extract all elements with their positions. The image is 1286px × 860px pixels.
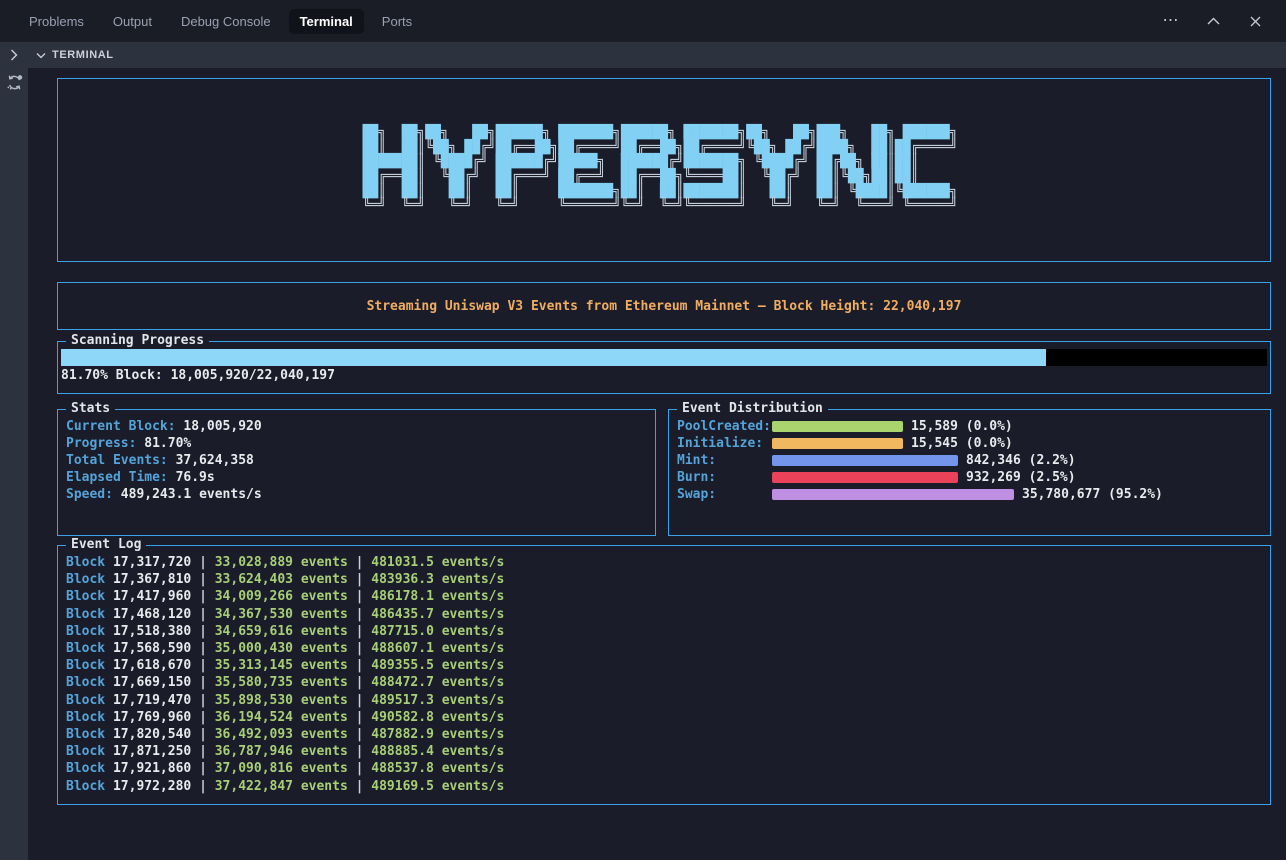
event-log-row: Block 17,518,380 | 34,659,616 events | 4… bbox=[66, 623, 1270, 640]
close-panel-icon[interactable] bbox=[1246, 12, 1264, 30]
stats-rows: Current Block: 18,005,920Progress: 81.70… bbox=[66, 418, 655, 503]
panel-left-strip bbox=[0, 42, 28, 860]
event-log-row: Block 17,618,670 | 35,313,145 events | 4… bbox=[66, 657, 1270, 674]
terminal-viewport: ██╗ ██╗██╗ ██╗██████╗ ███████╗██████╗ ██… bbox=[28, 68, 1286, 860]
chevron-down-icon bbox=[36, 52, 46, 59]
event-log-row: Block 17,568,590 | 35,000,430 events | 4… bbox=[66, 640, 1270, 657]
distribution-rows: PoolCreated:15,589 (0.0%)Initialize:15,5… bbox=[677, 418, 1270, 503]
terminal-header[interactable]: TERMINAL bbox=[28, 42, 1286, 68]
event-log-row: Block 17,317,720 | 33,028,889 events | 4… bbox=[66, 554, 1270, 571]
banner-box: ██╗ ██╗██╗ ██╗██████╗ ███████╗██████╗ ██… bbox=[57, 78, 1271, 262]
progress-label: 81.70% Block: 18,005,920/22,040,197 bbox=[60, 366, 1268, 385]
distribution-bar bbox=[772, 472, 958, 483]
panel-tab-ports[interactable]: Ports bbox=[371, 9, 423, 34]
event-log-row: Block 17,769,960 | 36,194,524 events | 4… bbox=[66, 709, 1270, 726]
distribution-row: Swap:35,780,677 (95.2%) bbox=[677, 486, 1270, 503]
stat-row: Elapsed Time: 76.9s bbox=[66, 469, 655, 486]
sync-icon[interactable] bbox=[6, 74, 23, 91]
event-distribution-box: Event Distribution PoolCreated:15,589 (0… bbox=[668, 409, 1271, 536]
progress-bar bbox=[61, 349, 1267, 366]
expand-sidebar-icon[interactable] bbox=[10, 42, 18, 68]
event-log-row: Block 17,719,470 | 35,898,530 events | 4… bbox=[66, 692, 1270, 709]
stat-row: Progress: 81.70% bbox=[66, 435, 655, 452]
ascii-banner: ██╗ ██╗██╗ ██╗██████╗ ███████╗██████╗ ██… bbox=[363, 126, 966, 214]
event-log-row: Block 17,468,120 | 34,367,530 events | 4… bbox=[66, 606, 1270, 623]
progress-fill bbox=[61, 349, 1046, 366]
distribution-row: Mint:842,346 (2.2%) bbox=[677, 452, 1270, 469]
stats-title: Stats bbox=[66, 401, 115, 417]
event-log-row: Block 17,820,540 | 36,492,093 events | 4… bbox=[66, 726, 1270, 743]
stat-row: Speed: 489,243.1 events/s bbox=[66, 486, 655, 503]
distribution-bar bbox=[772, 438, 903, 449]
event-distribution-title: Event Distribution bbox=[677, 401, 828, 417]
scanning-progress-title: Scanning Progress bbox=[66, 333, 209, 349]
event-log-row: Block 17,921,860 | 37,090,816 events | 4… bbox=[66, 760, 1270, 777]
distribution-bar bbox=[772, 455, 958, 466]
scanning-progress-box: Scanning Progress 81.70% Block: 18,005,9… bbox=[57, 341, 1271, 394]
panel-tab-problems[interactable]: Problems bbox=[18, 9, 95, 34]
event-log-title: Event Log bbox=[66, 537, 146, 553]
distribution-row: Burn:932,269 (2.5%) bbox=[677, 469, 1270, 486]
more-actions-icon[interactable]: ⋯ bbox=[1162, 12, 1180, 30]
event-log-row: Block 17,367,810 | 33,624,403 events | 4… bbox=[66, 571, 1270, 588]
status-banner-text: Streaming Uniswap V3 Events from Ethereu… bbox=[367, 299, 962, 314]
event-log-row: Block 17,669,150 | 35,580,735 events | 4… bbox=[66, 674, 1270, 691]
event-log-row: Block 17,972,280 | 37,422,847 events | 4… bbox=[66, 778, 1270, 795]
maximize-panel-icon[interactable] bbox=[1204, 12, 1222, 30]
event-log-row: Block 17,871,250 | 36,787,946 events | 4… bbox=[66, 743, 1270, 760]
panel-tab-debug-console[interactable]: Debug Console bbox=[170, 9, 282, 34]
stats-box: Stats Current Block: 18,005,920Progress:… bbox=[57, 409, 656, 536]
panel-tab-output[interactable]: Output bbox=[102, 9, 163, 34]
distribution-row: PoolCreated:15,589 (0.0%) bbox=[677, 418, 1270, 435]
distribution-row: Initialize:15,545 (0.0%) bbox=[677, 435, 1270, 452]
status-banner-box: Streaming Uniswap V3 Events from Ethereu… bbox=[57, 282, 1271, 330]
panel-actions: ⋯ bbox=[1162, 12, 1270, 30]
stat-row: Current Block: 18,005,920 bbox=[66, 418, 655, 435]
event-log-row: Block 17,417,960 | 34,009,266 events | 4… bbox=[66, 588, 1270, 605]
event-log-rows: Block 17,317,720 | 33,028,889 events | 4… bbox=[66, 554, 1270, 795]
terminal-header-label: TERMINAL bbox=[52, 49, 114, 61]
panel-tab-terminal[interactable]: Terminal bbox=[289, 9, 364, 34]
stat-row: Total Events: 37,624,358 bbox=[66, 452, 655, 469]
event-log-box: Event Log Block 17,317,720 | 33,028,889 … bbox=[57, 545, 1271, 805]
distribution-bar bbox=[772, 489, 1014, 500]
distribution-bar bbox=[772, 421, 903, 432]
panel-tab-bar: Problems Output Debug Console Terminal P… bbox=[0, 0, 1286, 42]
